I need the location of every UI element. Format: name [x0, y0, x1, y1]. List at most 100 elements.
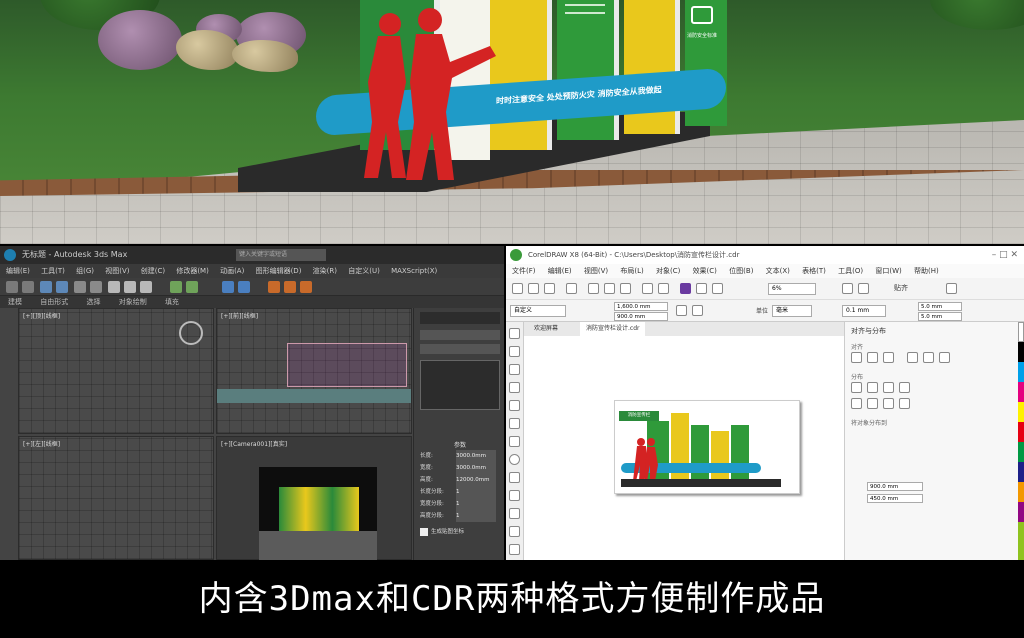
export-icon[interactable] — [712, 283, 723, 294]
align-bottom-icon[interactable] — [939, 352, 950, 363]
snap-icon[interactable] — [170, 281, 182, 293]
menu-item[interactable]: 编辑(E) — [548, 264, 572, 278]
interactive-fill-icon[interactable] — [509, 544, 520, 555]
menu-item[interactable]: 修改器(M) — [176, 264, 209, 278]
distribute-vspacing-icon[interactable] — [883, 398, 894, 409]
command-tabs[interactable] — [420, 312, 500, 324]
palette-swatch[interactable] — [1018, 502, 1024, 522]
polygon-tool-icon[interactable] — [509, 472, 520, 483]
page-preset-dropdown[interactable]: 自定义 — [510, 305, 566, 317]
menu-item[interactable]: 自定义(U) — [348, 264, 380, 278]
undo-icon[interactable] — [6, 281, 18, 293]
distribute-center-icon[interactable] — [867, 382, 878, 393]
size-height-input[interactable]: 450.0 mm — [867, 494, 923, 503]
pick-tool-icon[interactable] — [509, 328, 520, 339]
duplicate-y-input[interactable]: 5.0 mm — [918, 312, 962, 321]
landscape-icon[interactable] — [692, 305, 703, 316]
cut-icon[interactable] — [588, 283, 599, 294]
corel-connect-icon[interactable] — [680, 283, 691, 294]
angle-snap-icon[interactable] — [186, 281, 198, 293]
ribbon-tab[interactable]: 自由形式 — [40, 296, 68, 308]
redo-icon[interactable] — [658, 283, 669, 294]
menu-item[interactable]: MAXScript(X) — [391, 264, 437, 278]
rectangle-tool-icon[interactable] — [509, 436, 520, 447]
align-center-icon[interactable] — [867, 352, 878, 363]
menu-item[interactable]: 窗口(W) — [875, 264, 901, 278]
max-search-input[interactable]: 键入关键字或短语 — [236, 249, 326, 261]
unlink-icon[interactable] — [56, 281, 68, 293]
ribbon-tab[interactable]: 填充 — [165, 296, 179, 308]
param-value[interactable]: 1 — [456, 486, 496, 498]
crop-tool-icon[interactable] — [509, 364, 520, 375]
param-value[interactable]: 1 — [456, 498, 496, 510]
menu-item[interactable]: 表格(T) — [802, 264, 826, 278]
distribute-top-icon[interactable] — [851, 398, 862, 409]
menu-item[interactable]: 视图(V) — [105, 264, 129, 278]
viewport-top[interactable]: [+][顶][线框] — [18, 308, 214, 434]
shape-tool-icon[interactable] — [509, 346, 520, 357]
artistic-media-icon[interactable] — [509, 418, 520, 429]
distribute-left-icon[interactable] — [851, 382, 862, 393]
palette-swatch[interactable] — [1018, 322, 1024, 342]
palette-swatch[interactable] — [1018, 522, 1024, 560]
duplicate-x-input[interactable]: 5.0 mm — [918, 302, 962, 311]
render-setup-icon[interactable] — [284, 281, 296, 293]
modifier-stack[interactable] — [420, 360, 500, 410]
viewport-left[interactable]: [+][左][线框] — [18, 436, 214, 560]
rotate-icon[interactable] — [124, 281, 136, 293]
copy-icon[interactable] — [604, 283, 615, 294]
tab-welcome[interactable]: 欢迎屏幕 — [528, 322, 564, 336]
parallel-dimension-icon[interactable] — [509, 508, 520, 519]
menu-item[interactable]: 创建(C) — [141, 264, 165, 278]
page-height-input[interactable]: 900.0 mm — [614, 312, 668, 321]
menu-item[interactable]: 渲染(R) — [313, 264, 337, 278]
viewport-camera[interactable]: [+][Camera001][真实] — [216, 436, 412, 560]
freehand-tool-icon[interactable] — [509, 400, 520, 411]
menu-item[interactable]: 动画(A) — [220, 264, 244, 278]
window-controls[interactable]: – □ ✕ — [992, 246, 1018, 264]
print-icon[interactable] — [566, 283, 577, 294]
menu-item[interactable]: 位图(B) — [729, 264, 753, 278]
scale-icon[interactable] — [140, 281, 152, 293]
snap-to-dropdown[interactable]: 贴齐 — [894, 283, 908, 293]
nudge-distance-input[interactable]: 0.1 mm — [842, 305, 886, 317]
palette-swatch[interactable] — [1018, 382, 1024, 402]
zoom-level-dropdown[interactable]: 6% — [768, 283, 816, 295]
rulers-icon[interactable] — [858, 283, 869, 294]
align-top-icon[interactable] — [907, 352, 918, 363]
palette-swatch[interactable] — [1018, 442, 1024, 462]
viewcube-icon[interactable] — [179, 321, 203, 345]
modifier-list-dropdown[interactable] — [420, 344, 500, 354]
menu-item[interactable]: 效果(C) — [693, 264, 717, 278]
menu-item[interactable]: 文本(X) — [766, 264, 790, 278]
param-value[interactable]: 12000.0mm — [456, 474, 496, 486]
palette-swatch[interactable] — [1018, 362, 1024, 382]
distribute-spacing-icon[interactable] — [883, 382, 894, 393]
menu-item[interactable]: 编辑(E) — [6, 264, 30, 278]
palette-swatch[interactable] — [1018, 402, 1024, 422]
align-left-icon[interactable] — [851, 352, 862, 363]
palette-swatch[interactable] — [1018, 482, 1024, 502]
select-icon[interactable] — [74, 281, 86, 293]
param-value[interactable]: 3000.0mm — [456, 462, 496, 474]
checkbox[interactable] — [420, 527, 428, 536]
move-icon[interactable] — [108, 281, 120, 293]
palette-swatch[interactable] — [1018, 342, 1024, 362]
menu-item[interactable]: 组(G) — [76, 264, 94, 278]
material-editor-icon[interactable] — [268, 281, 280, 293]
menu-item[interactable]: 工具(T) — [41, 264, 65, 278]
size-width-input[interactable]: 900.0 mm — [867, 482, 923, 491]
align-icon[interactable] — [238, 281, 250, 293]
select-region-icon[interactable] — [90, 281, 102, 293]
connector-tool-icon[interactable] — [509, 526, 520, 537]
ribbon-tab[interactable]: 建模 — [8, 296, 22, 308]
ribbon-tab[interactable]: 选择 — [86, 296, 100, 308]
units-dropdown[interactable]: 毫米 — [772, 305, 812, 317]
palette-swatch[interactable] — [1018, 462, 1024, 482]
open-icon[interactable] — [528, 283, 539, 294]
text-tool-icon[interactable] — [509, 490, 520, 501]
undo-icon[interactable] — [642, 283, 653, 294]
mirror-icon[interactable] — [222, 281, 234, 293]
link-icon[interactable] — [40, 281, 52, 293]
save-icon[interactable] — [544, 283, 555, 294]
